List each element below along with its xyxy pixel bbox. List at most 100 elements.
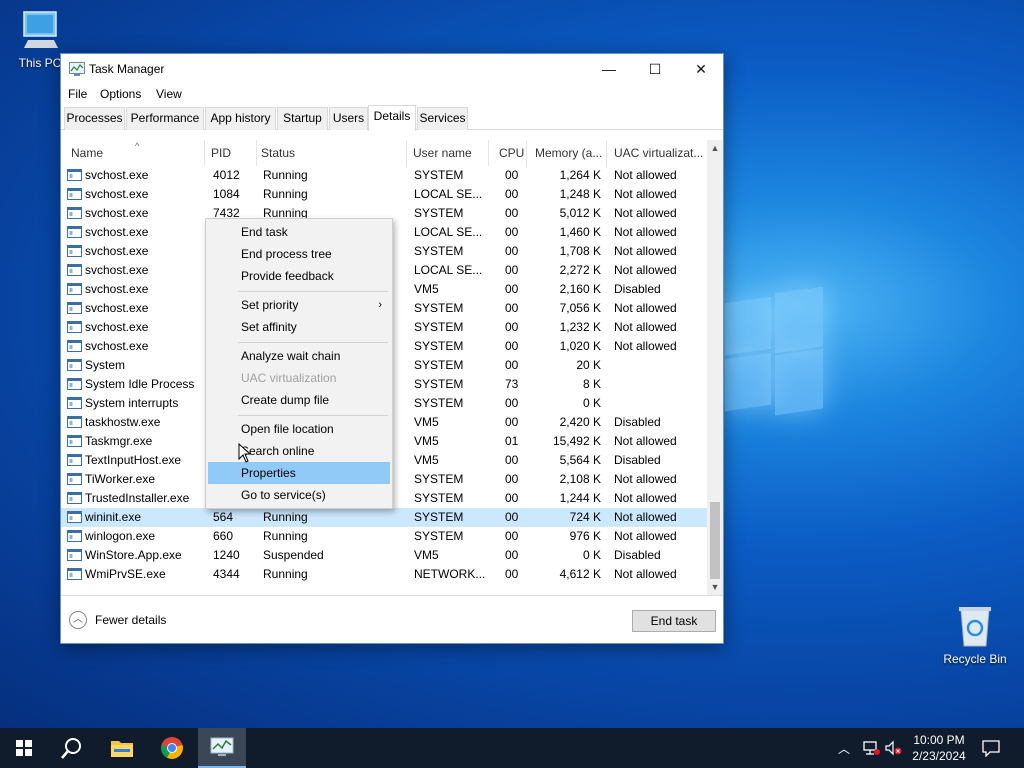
menu-bar: File Options View: [61, 84, 723, 106]
start-button[interactable]: [0, 728, 48, 768]
network-icon[interactable]: [862, 740, 880, 756]
menu-item-go-to-service-s[interactable]: Go to service(s): [208, 484, 390, 506]
process-cpu: 00: [505, 491, 519, 505]
process-pid: 4012: [213, 168, 240, 182]
taskbar-file-explorer[interactable]: [98, 728, 146, 768]
column-header-name[interactable]: Name ^: [67, 140, 205, 166]
volume-muted-icon[interactable]: [885, 740, 903, 756]
minimize-icon: —: [602, 61, 616, 77]
process-uac: Disabled: [614, 548, 661, 562]
column-header-memory[interactable]: Memory (a...: [531, 140, 607, 166]
process-icon: [67, 226, 82, 238]
process-pid: 1240: [213, 548, 240, 562]
table-row[interactable]: svchost.exe 1084 Running LOCAL SE... 00 1,248…: [61, 185, 707, 204]
table-row[interactable]: winlogon.exe 660 Running SYSTEM 00 976 K Not a…: [61, 527, 707, 546]
search-button[interactable]: [48, 728, 96, 768]
process-name: wininit.exe: [85, 510, 142, 524]
tab-app-history[interactable]: App history: [205, 107, 276, 130]
clock-date: 2/23/2024: [912, 749, 966, 763]
menu-item-provide-feedback[interactable]: Provide feedback: [208, 265, 390, 287]
maximize-button[interactable]: ☐: [632, 54, 678, 84]
menu-options[interactable]: Options: [100, 87, 141, 101]
column-header-pid[interactable]: PID: [207, 140, 257, 166]
menu-file[interactable]: File: [68, 87, 87, 101]
chrome-icon: [161, 737, 183, 759]
menu-item-label: Create dump file: [241, 393, 330, 407]
chevron-up-icon: ︿: [69, 611, 87, 629]
menu-item-label: End process tree: [241, 247, 332, 261]
process-status: Running: [263, 168, 308, 182]
scroll-up-arrow-icon[interactable]: ▲: [707, 140, 723, 156]
process-icon: [67, 264, 82, 276]
scroll-down-arrow-icon[interactable]: ▼: [707, 579, 723, 595]
process-pid: 660: [213, 529, 234, 543]
menu-item-set-priority[interactable]: Set priority ›: [208, 294, 390, 316]
process-status: Running: [263, 510, 308, 524]
process-memory: 4,612 K: [559, 567, 601, 581]
title-bar[interactable]: Task Manager — ☐ ✕: [61, 54, 723, 84]
show-hidden-icons-chevron-icon[interactable]: ︿: [838, 740, 850, 757]
vertical-scrollbar[interactable]: ▲ ▼: [707, 140, 723, 595]
process-memory: 20 K: [576, 358, 601, 372]
close-button[interactable]: ✕: [678, 54, 724, 84]
process-user: SYSTEM: [414, 244, 464, 258]
tab-processes[interactable]: Processes: [64, 107, 125, 130]
windows-logo-wallpaper: [725, 286, 825, 416]
taskbar-clock[interactable]: 10:00 PM 2/23/2024: [904, 732, 974, 764]
process-uac: [614, 375, 707, 394]
table-row[interactable]: svchost.exe 4012 Running SYSTEM 00 1,264 K Not…: [61, 166, 707, 185]
process-icon: [67, 397, 82, 409]
column-header-cpu[interactable]: CPU: [495, 140, 527, 166]
tab-performance[interactable]: Performance: [126, 107, 204, 130]
process-name: svchost.exe: [85, 263, 149, 277]
process-name: System: [85, 358, 126, 372]
process-memory: 7,056 K: [559, 301, 601, 315]
menu-item-end-task[interactable]: End task: [208, 221, 390, 243]
table-row[interactable]: wininit.exe 564 Running SYSTEM 00 724 K Not al…: [61, 508, 707, 527]
minimize-button[interactable]: —: [586, 54, 632, 84]
process-icon: [67, 511, 82, 523]
process-memory: 8 K: [582, 377, 601, 391]
menu-item-label: End task: [241, 225, 288, 239]
tab-startup[interactable]: Startup: [277, 107, 328, 130]
task-manager-icon: [69, 62, 85, 76]
table-row[interactable]: WmiPrvSE.exe 4344 Running NETWORK... 00 4,612…: [61, 565, 707, 584]
column-header-user-name[interactable]: User name: [409, 140, 489, 166]
process-icon: [67, 302, 82, 314]
taskbar-task-manager[interactable]: [198, 728, 246, 768]
table-row[interactable]: WinStore.App.exe 1240 Suspended VM5 00 0 K Dis…: [61, 546, 707, 565]
desktop-icon-recycle-bin[interactable]: Recycle Bin: [937, 604, 1013, 666]
menu-view[interactable]: View: [156, 87, 182, 101]
menu-item-properties[interactable]: Properties: [208, 462, 390, 484]
end-task-button[interactable]: End task: [632, 610, 716, 632]
process-uac: Not allowed: [614, 567, 677, 581]
notifications-icon[interactable]: [982, 739, 1000, 757]
column-header-status[interactable]: Status: [257, 140, 407, 166]
tab-services[interactable]: Services: [417, 107, 468, 130]
taskbar-chrome[interactable]: [148, 728, 196, 768]
menu-item-open-file-location[interactable]: Open file location: [208, 418, 390, 440]
menu-item-end-process-tree[interactable]: End process tree: [208, 243, 390, 265]
column-header-uac-virtualization[interactable]: UAC virtualizat...: [610, 140, 706, 166]
process-name: Taskmgr.exe: [85, 434, 153, 448]
process-name: svchost.exe: [85, 339, 149, 353]
process-name: TrustedInstaller.exe: [85, 491, 190, 505]
fewer-details-label: Fewer details: [95, 613, 167, 627]
tab-users[interactable]: Users: [329, 107, 368, 130]
process-user: VM5: [414, 453, 439, 467]
process-uac: Disabled: [614, 282, 661, 296]
process-user: SYSTEM: [414, 301, 464, 315]
process-user: SYSTEM: [414, 358, 464, 372]
scrollbar-thumb[interactable]: [710, 502, 720, 579]
process-user: SYSTEM: [414, 320, 464, 334]
menu-item-analyze-wait-chain[interactable]: Analyze wait chain: [208, 345, 390, 367]
menu-item-search-online[interactable]: Search online: [208, 440, 390, 462]
menu-item-create-dump-file[interactable]: Create dump file: [208, 389, 390, 411]
process-cpu: 00: [505, 263, 519, 277]
process-icon: [67, 378, 82, 390]
process-uac: Not allowed: [614, 434, 677, 448]
window-title: Task Manager: [89, 62, 165, 76]
menu-item-set-affinity[interactable]: Set affinity: [208, 316, 390, 338]
process-cpu: 00: [505, 339, 519, 353]
tab-details[interactable]: Details: [368, 105, 416, 131]
